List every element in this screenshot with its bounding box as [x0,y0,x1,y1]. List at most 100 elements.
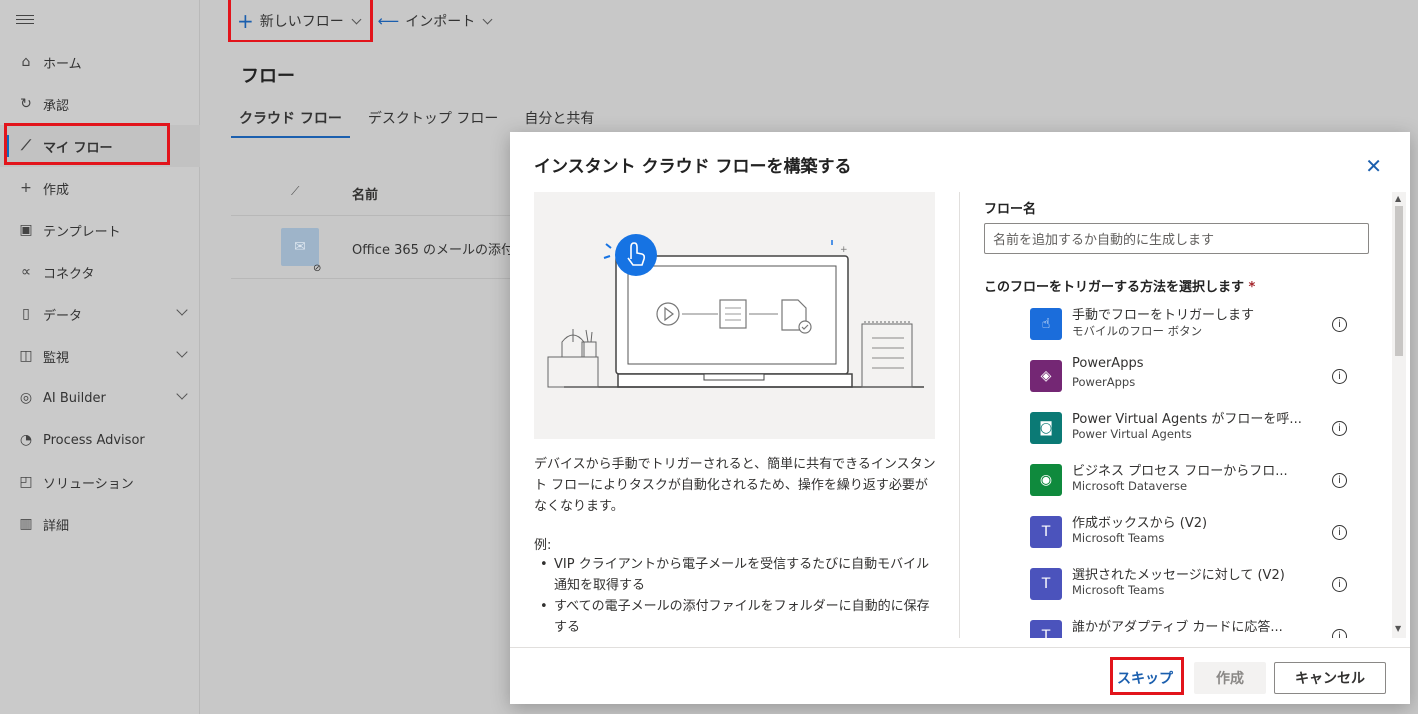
connector-icon: ∝ [20,264,31,280]
trigger-title: 作成ボックスから (V2) [1072,516,1208,531]
table-header: ⟋ 名前 [231,170,531,216]
import-label: インポート [405,14,476,30]
nav-item-solutions[interactable]: ◰ ソリューション [0,461,200,503]
nav-label: コネクタ [43,266,95,282]
ai-builder-icon: ◎ [19,390,33,406]
nav-label: ホーム [43,56,82,72]
nav-item-create[interactable]: + 作成 [0,167,200,209]
tab-cloud-flows[interactable]: クラウド フロー [231,104,350,138]
solution-icon: ◰ [19,474,33,490]
plus-icon: + [20,180,32,196]
trigger-title: Power Virtual Agents がフローを呼... [1072,412,1302,427]
trigger-title: 手動でフローをトリガーします [1072,308,1255,323]
teams-icon: T [1030,620,1062,638]
nav-label: 詳細 [43,518,70,534]
scrollbar-thumb[interactable] [1395,206,1403,356]
cancel-button[interactable]: キャンセル [1274,662,1386,694]
trigger-option[interactable]: T 作成ボックスから (V2) Microsoft Teams i [1030,510,1350,554]
required-mark: * [1248,280,1256,295]
powerapps-icon: ◈ [1030,360,1062,392]
template-icon: ▣ [19,222,33,238]
nav-label: データ [43,308,83,324]
trigger-option[interactable]: ◈ PowerApps PowerApps i [1030,354,1350,398]
highlight-box-skip [1110,657,1184,695]
book-icon: ▥ [19,516,33,532]
trigger-list-scrollbar[interactable]: ▲ ▼ [1392,192,1406,638]
command-bar: + 新しいフロー ⟵ インポート [201,0,1418,42]
data-icon: ▯ [22,306,30,322]
dialog-title: インスタント クラウド フローを構築する [534,157,852,177]
nav-item-learn[interactable]: ▥ 詳細 [0,503,200,545]
trigger-title: ビジネス プロセス フローからフロ... [1072,464,1288,479]
nav-item-connectors[interactable]: ∝ コネクタ [0,251,200,293]
info-icon[interactable]: i [1332,629,1347,638]
tab-desktop-flows[interactable]: デスクトップ フロー [360,104,506,138]
build-instant-flow-dialog: インスタント クラウド フローを構築する ✕ + デバイスから手動でトリガーされ… [510,132,1410,704]
teams-icon: T [1030,568,1062,600]
info-icon[interactable]: i [1332,525,1347,540]
chevron-down-icon [482,14,493,24]
office365-outlook-icon: ✉ [281,228,319,266]
monitor-icon: ◫ [19,348,33,364]
trigger-option[interactable]: T 誰かがアダプティブ カードに応答... i [1030,614,1350,638]
nav-item-process-advisor[interactable]: ◔ Process Advisor [0,419,200,461]
flow-name-input[interactable]: 名前を追加するか自動的に生成します [984,223,1369,254]
nav-label: 作成 [43,182,70,198]
table-row[interactable]: ✉ ⊘ Office 365 のメールの添付 [231,217,531,279]
trigger-option[interactable]: ☝ 手動でフローをトリガーします モバイルのフロー ボタン i [1030,302,1350,346]
nav-label: 承認 [43,98,70,114]
trigger-option[interactable]: ◉ ビジネス プロセス フローからフロ... Microsoft Dataver… [1030,458,1350,502]
info-icon[interactable]: i [1332,421,1347,436]
info-icon[interactable]: i [1332,369,1347,384]
nav-item-monitor[interactable]: ◫ 監視 [0,335,200,377]
nav-item-ai-builder[interactable]: ◎ AI Builder [0,377,200,419]
trigger-subtitle: Microsoft Dataverse [1072,479,1188,493]
import-arrow-icon: ⟵ [377,12,400,30]
nav-label: 監視 [43,350,70,366]
flow-name[interactable]: Office 365 のメールの添付 [352,239,514,258]
teams-icon: T [1030,516,1062,548]
nav-item-home[interactable]: ⌂ ホーム [0,41,200,83]
import-button[interactable]: ⟵ インポート [372,0,498,42]
chevron-down-icon[interactable] [176,388,188,400]
nav-item-templates[interactable]: ▣ テンプレート [0,209,200,251]
column-header-name[interactable]: 名前 [352,184,378,203]
trigger-label-text: このフローをトリガーする方法を選択します [984,280,1245,295]
flow-icon: ⟋ [291,184,300,198]
info-icon[interactable]: i [1332,473,1347,488]
list-item: VIP クライアントから電子メールを受信するたびに自動モバイル通知を取得する [534,554,936,596]
nav-item-data[interactable]: ▯ データ [0,293,200,335]
scroll-down-icon[interactable]: ▼ [1395,624,1401,633]
info-icon[interactable]: i [1332,317,1347,332]
trigger-option[interactable]: T 選択されたメッセージに対して (V2) Microsoft Teams i [1030,562,1350,606]
info-icon[interactable]: i [1332,577,1347,592]
process-advisor-icon: ◔ [19,432,33,448]
nav-item-approval[interactable]: ↻ 承認 [0,83,200,125]
dialog-description: デバイスから手動でトリガーされると、簡単に共有できるインスタント フローによりタ… [534,457,936,514]
scroll-up-icon[interactable]: ▲ [1395,194,1401,203]
trigger-option[interactable]: ◙ Power Virtual Agents がフローを呼... Power V… [1030,406,1350,450]
trigger-title: PowerApps [1072,356,1144,371]
trigger-title: 誰かがアダプティブ カードに応答... [1072,620,1283,635]
trigger-subtitle: Power Virtual Agents [1072,427,1192,441]
chevron-down-icon[interactable] [176,346,188,358]
nav-label: テンプレート [43,224,121,240]
dataverse-icon: ◉ [1030,464,1062,496]
example-list: VIP クライアントから電子メールを受信するたびに自動モバイル通知を取得する す… [534,554,936,638]
home-icon: ⌂ [21,54,31,70]
trigger-subtitle: PowerApps [1072,375,1136,389]
trigger-label: このフローをトリガーする方法を選択します * [984,276,1255,295]
close-icon[interactable]: ✕ [1365,156,1382,176]
trigger-subtitle: モバイルのフロー ボタン [1072,324,1203,338]
chevron-down-icon[interactable] [176,304,188,316]
page-title: フロー [241,66,295,87]
approval-icon: ↻ [20,96,32,112]
svg-text:+: + [840,245,848,255]
highlight-box-my-flows [4,123,170,165]
create-button[interactable]: 作成 [1194,662,1266,694]
flow-config-panel: フロー名 名前を追加するか自動的に生成します このフローをトリガーする方法を選択… [960,192,1400,638]
highlight-box-new-flow [228,0,373,43]
example-label: 例: [534,538,552,553]
hamburger-menu-icon[interactable] [16,12,34,30]
left-nav: ⌂ ホーム ↻ 承認 ⟋ マイ フロー + 作成 ▣ テンプレート ∝ コネクタ… [0,0,200,714]
